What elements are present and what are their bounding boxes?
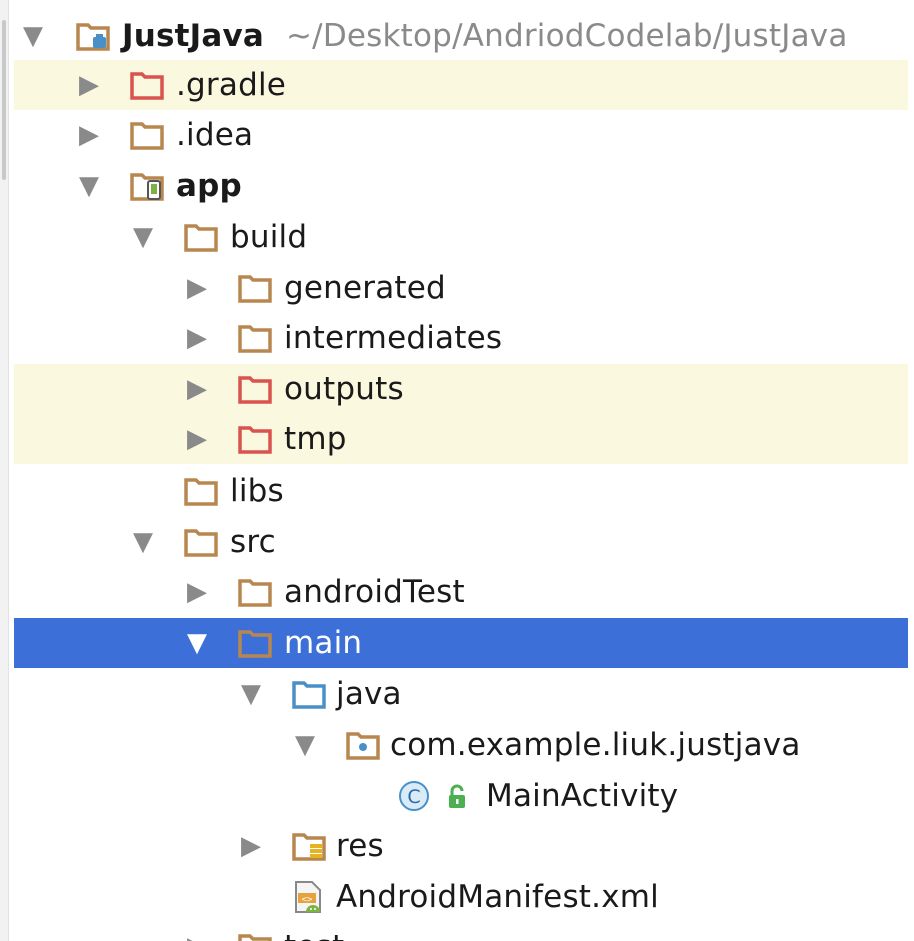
collapsed-arrow-icon[interactable]: ▶ [76, 60, 102, 110]
tree-node-tmp[interactable]: ▶ tmp [14, 414, 908, 464]
vertical-scrollbar[interactable] [0, 0, 9, 941]
tree-node-outputs[interactable]: ▶ outputs [14, 364, 908, 414]
folder-icon [238, 630, 272, 658]
excluded-folder-icon [238, 426, 272, 454]
folder-label: generated [284, 270, 446, 306]
tree-node-app[interactable]: ▼ app [14, 161, 908, 211]
project-name: JustJava [122, 18, 265, 54]
tree-node-generated[interactable]: ▶ generated [14, 263, 908, 313]
folder-icon [184, 529, 218, 557]
folder-label: androidTest [284, 574, 465, 610]
tree-node-build[interactable]: ▼ build [14, 212, 908, 262]
collapsed-arrow-icon[interactable]: ▶ [184, 313, 210, 363]
tree-node-package[interactable]: ▼ com.example.liuk.justjava [14, 720, 908, 770]
expanded-arrow-icon[interactable]: ▼ [130, 212, 156, 262]
folder-icon [238, 325, 272, 353]
collapsed-arrow-icon[interactable]: ▶ [184, 414, 210, 464]
folder-label: test [284, 922, 344, 941]
collapsed-arrow-icon[interactable]: ▶ [184, 567, 210, 617]
project-folder-icon [76, 23, 110, 51]
project-path: ~/Desktop/AndriodCodelab/JustJava [286, 18, 848, 54]
folder-label: main [284, 625, 363, 661]
folder-icon [130, 122, 164, 150]
package-label: com.example.liuk.justjava [390, 727, 801, 763]
manifest-file-icon: <> [295, 881, 321, 913]
folder-label: java [336, 676, 402, 712]
collapsed-arrow-icon[interactable]: ▶ [184, 263, 210, 313]
class-icon: C [399, 781, 429, 811]
folder-label: res [336, 828, 384, 864]
folder-label: tmp [284, 421, 347, 457]
file-label: AndroidManifest.xml [336, 879, 659, 915]
excluded-folder-icon [130, 72, 164, 100]
scrollbar-thumb[interactable] [2, 20, 6, 180]
expanded-arrow-icon[interactable]: ▼ [184, 618, 210, 668]
module-label: app [176, 168, 242, 204]
folder-label: .idea [176, 117, 254, 153]
tree-node-manifest[interactable]: <> AndroidManifest.xml [14, 872, 908, 922]
tree-node-gradle[interactable]: ▶ .gradle [14, 60, 908, 110]
tree-node-libs[interactable]: libs [14, 466, 908, 516]
expanded-arrow-icon[interactable]: ▼ [292, 720, 318, 770]
android-module-icon [130, 173, 164, 201]
expanded-arrow-icon[interactable]: ▼ [130, 517, 156, 567]
tree-node-src[interactable]: ▼ src [14, 517, 908, 567]
source-folder-icon [292, 681, 326, 709]
folder-icon [184, 224, 218, 252]
public-access-icon [449, 784, 465, 808]
resources-folder-icon [292, 833, 326, 861]
tree-node-main-selected[interactable]: ▼ main [14, 618, 908, 668]
tree-node-justjava[interactable]: ▼ JustJava ~/Desktop/AndriodCodelab/Just… [14, 11, 908, 61]
expanded-arrow-icon[interactable]: ▼ [76, 161, 102, 211]
package-icon [346, 732, 380, 760]
tree-node-androidtest[interactable]: ▶ androidTest [14, 567, 908, 617]
folder-icon [238, 275, 272, 303]
folder-label: outputs [284, 371, 404, 407]
tree-node-test[interactable]: ▶ test [14, 922, 908, 941]
folder-icon [238, 934, 272, 941]
collapsed-arrow-icon[interactable]: ▶ [184, 922, 210, 941]
excluded-folder-icon [238, 376, 272, 404]
folder-icon [238, 579, 272, 607]
folder-label: src [230, 524, 276, 560]
tree-node-java[interactable]: ▼ java [14, 669, 908, 719]
expanded-arrow-icon[interactable]: ▼ [238, 669, 264, 719]
folder-label: libs [230, 473, 284, 509]
folder-icon [184, 478, 218, 506]
folder-label: intermediates [284, 320, 503, 356]
tree-node-mainactivity[interactable]: C MainActivity [14, 771, 908, 821]
folder-label: .gradle [176, 67, 287, 103]
folder-label: build [230, 219, 308, 255]
expanded-arrow-icon[interactable]: ▼ [20, 11, 46, 61]
class-label: MainActivity [486, 778, 679, 814]
tree-node-idea[interactable]: ▶ .idea [14, 110, 908, 160]
collapsed-arrow-icon[interactable]: ▶ [184, 364, 210, 414]
collapsed-arrow-icon[interactable]: ▶ [76, 110, 102, 160]
tree-node-res[interactable]: ▶ res [14, 821, 908, 871]
class-badge-letter: C [407, 786, 420, 808]
svg-text:<>: <> [302, 895, 313, 905]
collapsed-arrow-icon[interactable]: ▶ [238, 821, 264, 871]
tree-node-intermediates[interactable]: ▶ intermediates [14, 313, 908, 363]
